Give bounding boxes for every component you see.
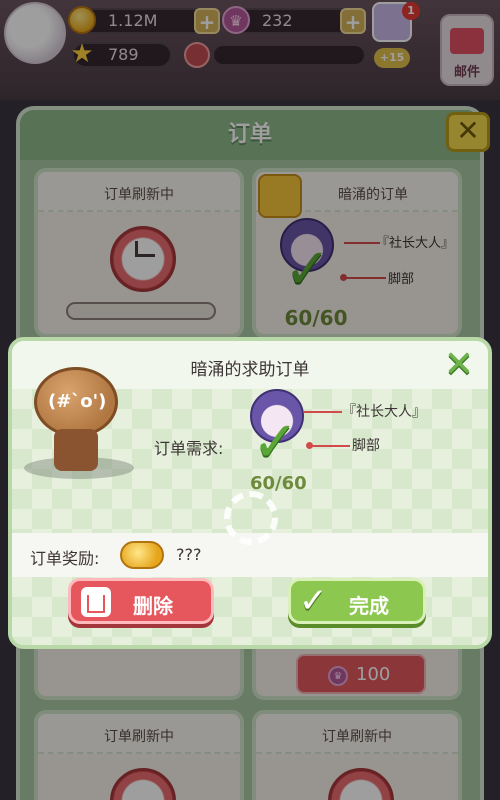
dialog-close-icon[interactable]: ✕	[440, 347, 478, 385]
tag-label: 『社长大人』	[342, 404, 426, 420]
cookie-face: (#`o')	[48, 391, 107, 412]
spinner-icon	[224, 491, 278, 545]
trash-can	[87, 595, 105, 613]
client-character: (#`o')	[34, 367, 118, 471]
cookie-body	[54, 429, 98, 471]
tag-line	[304, 411, 342, 413]
requirement-progress: 60/60	[250, 473, 307, 494]
check-icon: ✓	[299, 581, 328, 621]
complete-button[interactable]: ✓ 完成	[288, 578, 426, 624]
delete-label: 删除	[133, 594, 173, 618]
delete-button[interactable]: 删除	[68, 578, 214, 624]
complete-label: 完成	[349, 594, 389, 618]
reward-value: ???	[176, 545, 202, 564]
reward-label: 订单奖励:	[30, 549, 100, 568]
tag-line	[312, 445, 350, 447]
check-icon: ✓	[252, 410, 299, 475]
trash-icon	[81, 587, 111, 617]
requirement-label: 订单需求:	[154, 439, 224, 458]
tag-label: 脚部	[352, 438, 380, 454]
coins-icon	[120, 541, 164, 569]
